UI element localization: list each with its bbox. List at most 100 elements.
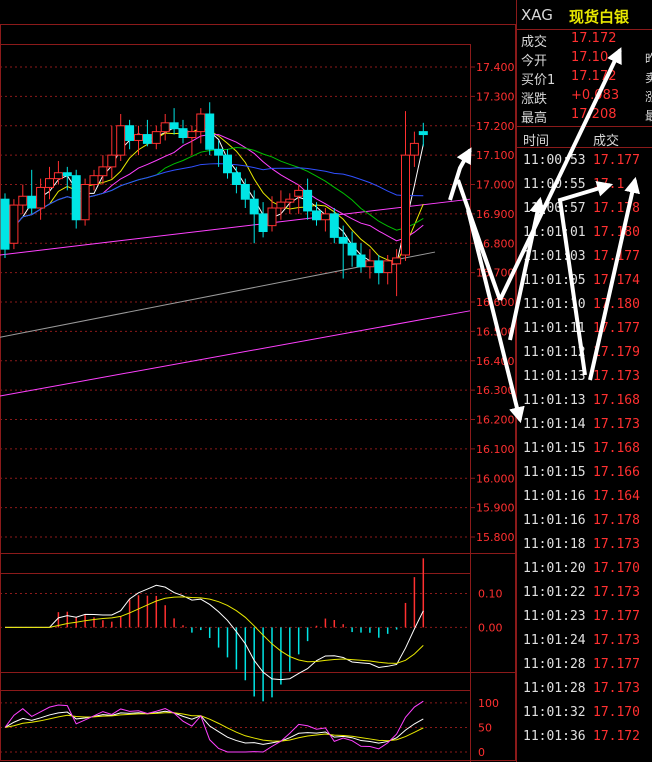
tick-price: 17.173	[593, 681, 640, 696]
candle-up	[267, 207, 277, 227]
candle-down	[418, 131, 428, 136]
candle-down	[223, 154, 232, 174]
tick-row[interactable]: 11:01:16 17.178	[517, 510, 652, 534]
tick-time: 11:01:23	[523, 609, 586, 624]
candle-up	[285, 198, 295, 203]
tick-time: 11:00:53	[523, 153, 586, 168]
quote-row: 今开 17.10 昨	[517, 49, 652, 69]
tick-row[interactable]: 11:01:32 17.170	[517, 702, 652, 726]
candle-down	[374, 260, 384, 274]
quote-header: XAG 现货白银	[517, 0, 652, 30]
candle-up	[276, 201, 286, 209]
tick-row[interactable]: 11:01:23 17.177	[517, 606, 652, 630]
price-tick-label: 16.400	[476, 355, 515, 368]
quote-label: 今开	[521, 54, 548, 69]
tick-row[interactable]: 11:01:05 17.174	[517, 270, 652, 294]
candle-up	[18, 195, 28, 206]
tick-row[interactable]: 11:01:28 17.173	[517, 678, 652, 702]
tick-price: 17.168	[593, 441, 640, 456]
tick-price: 17.172	[593, 729, 640, 744]
macd-tick-label: 0.00	[478, 621, 503, 634]
quote-label: 成交	[521, 35, 548, 50]
quote-value: 17.172	[571, 31, 617, 46]
candle-down	[214, 148, 224, 156]
kdj-j-line	[4, 700, 424, 753]
tick-time: 11:00:55	[523, 177, 586, 192]
candle-down	[71, 175, 81, 221]
tick-row[interactable]: 11:01:14 17.173	[517, 414, 652, 438]
price-tick-label: 17.400	[476, 61, 515, 74]
candle-up	[98, 166, 108, 177]
tick-price: 17.173	[593, 417, 640, 432]
price-tick-label: 17.300	[476, 90, 515, 103]
price-tick-label: 16.900	[476, 208, 515, 221]
tick-row[interactable]: 11:01:12 17.179	[517, 342, 652, 366]
tick-time: 11:01:16	[523, 489, 586, 504]
candle-up	[89, 175, 99, 185]
ticks-header-time: 时间	[523, 134, 550, 149]
candle-down	[356, 254, 366, 268]
tick-row[interactable]: 11:01:11 17.177	[517, 318, 652, 342]
tick-time: 11:01:12	[523, 345, 586, 360]
candle-down	[205, 113, 215, 150]
candle-down	[329, 213, 339, 238]
candle-up	[383, 260, 393, 274]
tick-row[interactable]: 11:01:28 17.177	[517, 654, 652, 678]
kline-chart[interactable]: 17.400 17.300 17.200 17.100 17.000 16.900 16.8…	[0, 0, 516, 762]
candle-up	[45, 178, 54, 188]
tick-row[interactable]: 11:01:13 17.173	[517, 366, 652, 390]
candle-down	[231, 172, 241, 185]
price-tick-label: 17.100	[476, 149, 515, 162]
tick-row[interactable]: 11:00:55 17.1	[517, 174, 652, 198]
tick-row[interactable]: 11:01:20 17.170	[517, 558, 652, 582]
quote-row: 成交 17.172	[517, 30, 652, 50]
tick-row[interactable]: 11:01:01 17.180	[517, 222, 652, 246]
tick-row[interactable]: 11:00:53 17.177	[517, 150, 652, 174]
quote-extra: 卖	[645, 71, 652, 85]
tick-row[interactable]: 11:01:13 17.168	[517, 390, 652, 414]
kdj-tick-label: 100	[478, 697, 499, 710]
tick-price: 17.173	[593, 369, 640, 384]
tick-price: 17.166	[593, 465, 640, 480]
candles[interactable]	[0, 102, 428, 297]
symbol-code: XAG	[521, 6, 553, 24]
tick-time: 11:01:28	[523, 657, 586, 672]
candle-down	[125, 125, 135, 141]
tick-price: 17.170	[593, 705, 640, 720]
trend-lines	[0, 198, 471, 397]
candle-up	[320, 213, 330, 221]
ma-green	[4, 146, 424, 250]
tick-row[interactable]: 11:01:03 17.177	[517, 246, 652, 270]
kdj-tick-label: 0	[478, 746, 485, 759]
macd-panel: 0.10 0.00	[0, 558, 503, 702]
tick-row[interactable]: 11:01:36 17.172	[517, 726, 652, 750]
tick-time: 11:01:20	[523, 561, 586, 576]
tick-price: 17.177	[593, 321, 640, 336]
tick-price: 17.168	[593, 393, 640, 408]
tick-row[interactable]: 11:01:24 17.173	[517, 630, 652, 654]
candle-up	[409, 142, 419, 156]
tick-row[interactable]: 11:01:22 17.173	[517, 582, 652, 606]
quote-value: 17.208	[571, 107, 617, 122]
candle-down	[169, 122, 179, 130]
price-tick-label: 16.600	[476, 296, 515, 309]
tick-time: 11:01:14	[523, 417, 586, 432]
candle-up	[160, 122, 170, 133]
tick-price: 17.170	[593, 561, 640, 576]
tick-row[interactable]: 11:01:10 17.180	[517, 294, 652, 318]
candle-up	[116, 125, 126, 156]
tick-time: 11:01:05	[523, 273, 586, 288]
quote-label: 最高	[521, 111, 548, 126]
tick-row[interactable]: 11:00:57 17.178	[517, 198, 652, 222]
tick-row[interactable]: 11:01:15 17.166	[517, 462, 652, 486]
tick-price: 17.180	[593, 225, 640, 240]
quote-row: 最高 17.208 最	[517, 106, 652, 126]
tick-time: 11:01:15	[523, 465, 586, 480]
tick-row[interactable]: 11:01:15 17.168	[517, 438, 652, 462]
tick-row[interactable]: 11:01:18 17.173	[517, 534, 652, 558]
symbol-name: 现货白银	[569, 8, 630, 26]
tick-time: 11:00:57	[523, 201, 586, 216]
tick-row[interactable]: 11:01:16 17.164	[517, 486, 652, 510]
quote-value: +0.083	[571, 88, 620, 103]
candle-down	[62, 172, 72, 177]
